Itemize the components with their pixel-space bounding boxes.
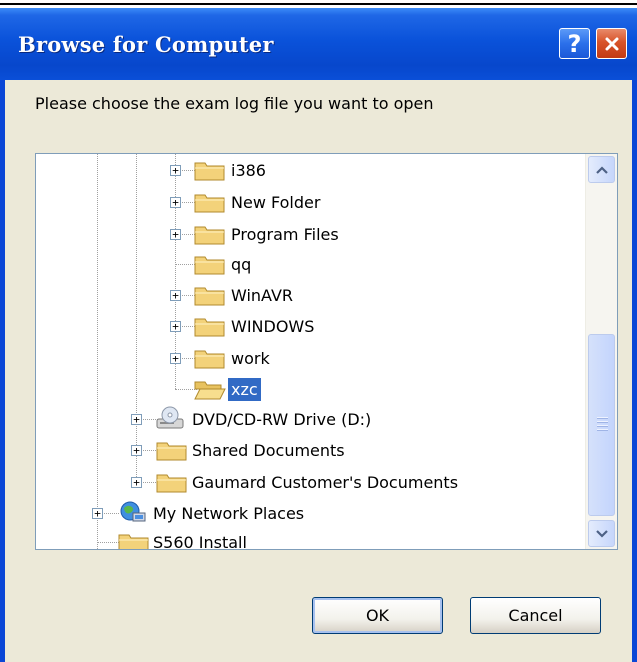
expand-button[interactable]: + (131, 445, 142, 456)
expand-button[interactable]: + (131, 414, 142, 425)
help-icon: ? (567, 29, 582, 58)
folder-icon (156, 474, 187, 493)
tree-item-label[interactable]: WinAVR (228, 284, 296, 307)
expand-button[interactable]: + (170, 321, 181, 332)
expand-button[interactable]: + (170, 229, 181, 240)
tree-item-label[interactable]: Program Files (228, 223, 342, 246)
network-places-icon (120, 501, 146, 522)
expand-button[interactable]: + (170, 165, 181, 176)
tree-guide-line (97, 154, 98, 549)
dialog-title: Browse for Computer (18, 32, 274, 57)
expand-button[interactable]: + (170, 290, 181, 301)
expand-button[interactable]: + (92, 508, 103, 519)
tree-item-label[interactable]: Gaumard Customer's Documents (189, 471, 461, 494)
tree-item-label[interactable]: i386 (228, 159, 269, 182)
tree-item-label[interactable]: WINDOWS (228, 315, 317, 338)
scroll-up-button[interactable] (588, 156, 615, 183)
tree-item-label[interactable]: qq (228, 253, 254, 276)
folder-icon (118, 534, 149, 549)
thumb-grip (597, 421, 608, 423)
folder-icon (194, 318, 225, 337)
folder-tree[interactable]: + i386 + New Folder + Program Files qq +… (35, 153, 618, 550)
close-icon (605, 37, 618, 50)
prompt-text: Please choose the exam log file you want… (35, 94, 434, 113)
thumb-grip (597, 429, 608, 431)
tree-item-label[interactable]: work (228, 347, 273, 370)
folder-icon (194, 162, 225, 181)
expand-button[interactable]: + (170, 197, 181, 208)
expand-button[interactable]: + (170, 353, 181, 364)
tree-item-label-selected[interactable]: xzc (228, 378, 261, 401)
folder-icon (194, 256, 225, 275)
folder-icon (194, 350, 225, 369)
title-bar[interactable]: Browse for Computer ? (0, 8, 637, 80)
close-button[interactable] (596, 28, 627, 59)
tree-guide-line (136, 154, 137, 487)
thumb-grip (597, 417, 608, 419)
tree-item-label[interactable]: My Network Places (150, 502, 307, 525)
help-button[interactable]: ? (559, 28, 590, 59)
cd-drive-icon (156, 406, 184, 429)
tree-content: + i386 + New Folder + Program Files qq +… (36, 154, 586, 549)
scrollbar-thumb[interactable] (588, 334, 615, 516)
tree-item-label[interactable]: S560 Install (150, 531, 250, 549)
expand-button[interactable]: + (131, 477, 142, 488)
chevron-down-icon (595, 529, 608, 538)
tree-item-label[interactable]: Shared Documents (189, 439, 348, 462)
dialog-body: Please choose the exam log file you want… (5, 80, 632, 662)
folder-icon (156, 442, 187, 461)
folder-icon (194, 226, 225, 245)
thumb-grip (597, 425, 608, 427)
cancel-button[interactable]: Cancel (470, 597, 601, 634)
tree-connector (97, 542, 119, 543)
tree-item-label[interactable]: New Folder (228, 191, 323, 214)
top-border (0, 0, 637, 8)
open-folder-icon (194, 381, 226, 400)
tree-item-label[interactable]: DVD/CD-RW Drive (D:) (189, 408, 374, 431)
folder-icon (194, 194, 225, 213)
folder-icon (194, 287, 225, 306)
ok-button[interactable]: OK (312, 597, 443, 634)
scroll-down-button[interactable] (588, 520, 615, 547)
vertical-scrollbar[interactable] (585, 154, 617, 549)
chevron-up-icon (595, 165, 608, 174)
